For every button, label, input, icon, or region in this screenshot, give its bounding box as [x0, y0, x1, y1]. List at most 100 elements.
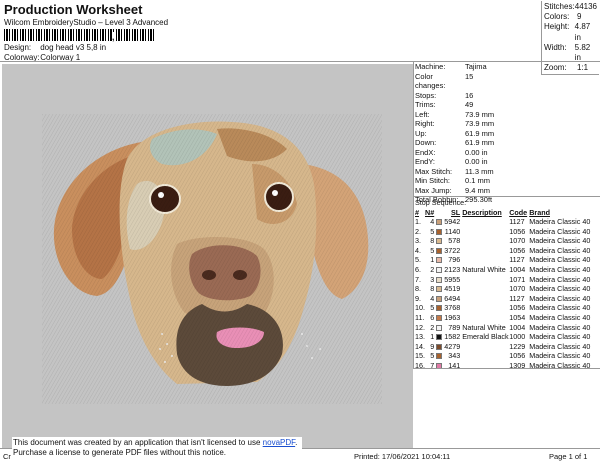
row-num: 15.: [415, 351, 425, 361]
machine-key: Max Jump:: [415, 185, 452, 195]
col-swatch: [436, 208, 444, 217]
row-sl: 343: [448, 351, 461, 361]
machine-row: Up: 61.9 mm: [414, 129, 600, 139]
machine-row: EndY: 0.00 in: [414, 157, 600, 167]
design-row: Design: dog head v3 5,8 in: [4, 43, 106, 52]
row-brand: Madeira Classic 40: [529, 217, 591, 226]
row-brand: Madeira Classic 40: [529, 236, 591, 246]
row-desc: [462, 313, 509, 323]
row-num: 4.: [415, 245, 421, 255]
row-num: 16.: [415, 360, 425, 370]
summary-row: Colors: 9: [544, 12, 597, 22]
color-swatch: [436, 324, 443, 331]
color-swatch: [436, 228, 443, 235]
row-code: 1127: [509, 293, 525, 303]
row-desc: [462, 351, 509, 361]
machine-value: 49: [465, 100, 474, 109]
machine-row: Trims: 49: [414, 100, 600, 110]
color-swatch: [436, 238, 443, 245]
row-code: 1309: [509, 360, 526, 370]
row-brand: Madeira Classic 40: [529, 360, 591, 370]
table-row: 11. 6 1963 1054 Madeira Classic 40: [414, 313, 600, 323]
machine-value: 0.00 in: [465, 157, 488, 166]
row-sl: 789: [448, 322, 461, 332]
row-num: 13.: [415, 332, 425, 342]
row-needle: 8: [430, 284, 435, 294]
row-sl: 2123: [444, 264, 461, 274]
row-sl: 4519: [444, 284, 461, 294]
table-row: 16. 7 141 1309 Madeira Classic 40: [414, 361, 600, 371]
row-desc: [462, 227, 509, 237]
color-swatch: [436, 219, 443, 226]
stops-divider: [414, 368, 600, 369]
row-brand: Madeira Classic 40: [529, 322, 591, 332]
design-label: Design:: [4, 43, 32, 52]
summary-key: Colors:: [544, 12, 570, 22]
row-needle: 5: [430, 245, 435, 255]
table-row: 1. 4 5942 1127 Madeira Classic 40: [414, 217, 600, 227]
row-num: 14.: [415, 341, 425, 351]
color-swatch: [436, 267, 443, 274]
row-sl: 141: [448, 360, 461, 370]
barcode-separator: ,: [112, 32, 115, 42]
row-desc: Natural White: [462, 322, 506, 332]
machine-value: 16: [465, 90, 474, 100]
color-swatch: [436, 334, 443, 341]
machine-value: 0.1 mm: [465, 176, 491, 185]
license-notice: This document was created by an applicat…: [12, 437, 303, 458]
table-row: 12. 2 789 Natural White 1004 Madeira Classic …: [414, 323, 600, 333]
row-sl: 5955: [444, 274, 461, 284]
row-needle: 1: [430, 255, 435, 265]
row-brand: Madeira Classic 40: [529, 226, 591, 236]
design-preview[interactable]: [2, 64, 413, 448]
table-row: 13. 1 1582 Emerald Black 1000 Madeira Classic…: [414, 332, 600, 342]
row-brand: Madeira Classic 40: [529, 332, 591, 342]
color-swatch: [436, 343, 443, 350]
table-row: 8. 8 4519 1070 Madeira Classic 40: [414, 284, 600, 294]
row-sl: 6494: [444, 293, 461, 303]
col-sl: SL: [451, 208, 461, 217]
summary-value: 4.87 in: [574, 22, 591, 42]
row-sl: 4279: [444, 341, 461, 351]
row-sl: 796: [448, 255, 461, 265]
row-num: 6.: [415, 264, 421, 274]
col-code: Code: [509, 208, 528, 217]
machine-value: 73.9 mm: [465, 109, 495, 119]
stop-sequence: Stop Sequence: # N# SL Description Code …: [414, 198, 600, 371]
machine-row: Machine: Tajima: [414, 62, 600, 72]
row-num: 7.: [415, 274, 421, 284]
color-swatch: [436, 295, 443, 302]
row-brand: Madeira Classic 40: [529, 351, 591, 361]
machine-value: 15: [465, 71, 474, 81]
row-needle: 2: [430, 264, 435, 274]
row-desc: [462, 303, 509, 313]
row-brand: Madeira Classic 40: [529, 312, 591, 322]
novapdf-link[interactable]: novaPDF: [263, 438, 295, 447]
row-needle: 5: [430, 351, 435, 361]
stop-sequence-title: Stop Sequence:: [415, 198, 467, 207]
table-row: 3. 8 578 1070 Madeira Classic 40: [414, 236, 600, 246]
summary-value: 44136: [574, 2, 597, 11]
summary-value: 9: [577, 12, 582, 22]
stop-table: # N# SL Description Code Brand 1. 4 5942 11…: [414, 208, 600, 371]
row-sl: 5942: [444, 217, 461, 226]
dog-head-embroidery: [42, 114, 382, 404]
row-code: 1056: [509, 303, 526, 313]
row-desc: Emerald Black: [462, 332, 509, 342]
summary-key: Stitches:: [544, 2, 575, 11]
notice-text: This document was created by an applicat…: [13, 438, 263, 447]
machine-value: 61.9 mm: [465, 128, 495, 138]
row-num: 9.: [415, 293, 421, 303]
machine-key: EndX:: [415, 147, 436, 157]
row-code: 1071: [509, 274, 526, 284]
row-desc: [462, 246, 509, 256]
machine-key: Trims:: [415, 100, 436, 109]
table-row: 2. 5 1140 1056 Madeira Classic 40: [414, 227, 600, 237]
machine-key: Left:: [415, 109, 430, 119]
machine-row: Stops: 16: [414, 91, 600, 101]
machine-panel: Machine: Tajima Color changes: 15 Stops: 16 Tr…: [414, 62, 600, 205]
machine-row: Color changes: 15: [414, 72, 600, 91]
table-row: 14. 9 4279 1229 Madeira Classic 40: [414, 342, 600, 352]
machine-value: 11.3 mm: [465, 166, 494, 176]
row-num: 3.: [415, 236, 421, 246]
